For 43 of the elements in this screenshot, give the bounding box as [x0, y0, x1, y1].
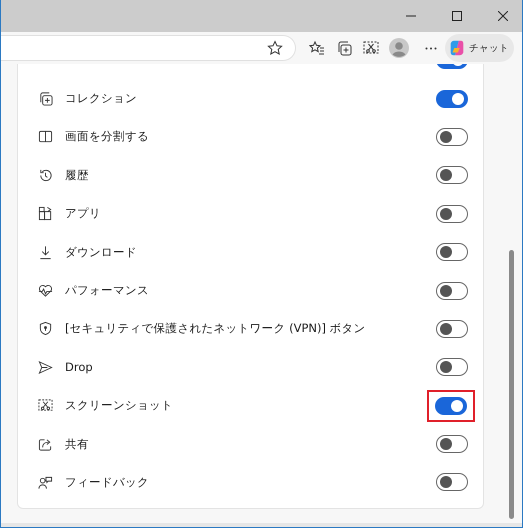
setting-label: 画面を分割する: [65, 129, 149, 144]
address-field[interactable]: [1, 35, 296, 61]
more-icon[interactable]: [425, 46, 437, 50]
toggle-switch[interactable]: [436, 243, 468, 262]
maximize-icon[interactable]: [452, 11, 462, 21]
setting-label: フィードバック: [65, 474, 149, 490]
toggle-switch[interactable]: [436, 90, 468, 108]
toggle-switch[interactable]: [436, 320, 468, 338]
setting-label: Drop: [65, 360, 93, 374]
download-icon: [38, 244, 53, 260]
toggle-switch[interactable]: [436, 204, 468, 223]
setting-label: アプリ: [65, 206, 101, 222]
apps-icon: [38, 206, 53, 222]
split-screen-icon: [38, 129, 53, 144]
toggle-switch[interactable]: [436, 435, 468, 454]
favorites-icon[interactable]: [309, 40, 325, 56]
collections-icon[interactable]: [336, 40, 352, 56]
avatar-icon[interactable]: [389, 38, 409, 58]
share-icon: [38, 436, 53, 452]
toggle-switch[interactable]: [436, 166, 468, 184]
paper-plane-icon: [38, 360, 53, 375]
chat-button[interactable]: チャット: [445, 34, 514, 62]
star-icon[interactable]: [267, 40, 283, 56]
setting-label: コレクション: [65, 91, 137, 106]
setting-label: スクリーンショット: [65, 398, 173, 414]
setting-label: [セキュリティで保護されたネットワーク (VPN)] ボタン: [65, 321, 366, 336]
setting-label: パフォーマンス: [65, 283, 149, 298]
setting-label: 履歴: [65, 168, 89, 183]
toggle-switch[interactable]: [436, 473, 468, 492]
history-icon: [38, 168, 53, 183]
setting-label: 共有: [65, 436, 89, 452]
collections-icon: [38, 91, 53, 106]
close-icon[interactable]: [498, 11, 508, 21]
toggle-switch[interactable]: [436, 282, 468, 300]
screenshot-icon[interactable]: [363, 40, 379, 56]
toggle-switch[interactable]: [436, 358, 468, 376]
heartbeat-icon: [38, 283, 53, 298]
feedback-icon: [38, 474, 53, 490]
setting-label: ダウンロード: [65, 244, 137, 260]
toggle-switch[interactable]: [435, 396, 467, 415]
shield-icon: [38, 321, 53, 336]
toggle-switch[interactable]: [436, 128, 468, 146]
screenshot-icon: [38, 398, 53, 414]
